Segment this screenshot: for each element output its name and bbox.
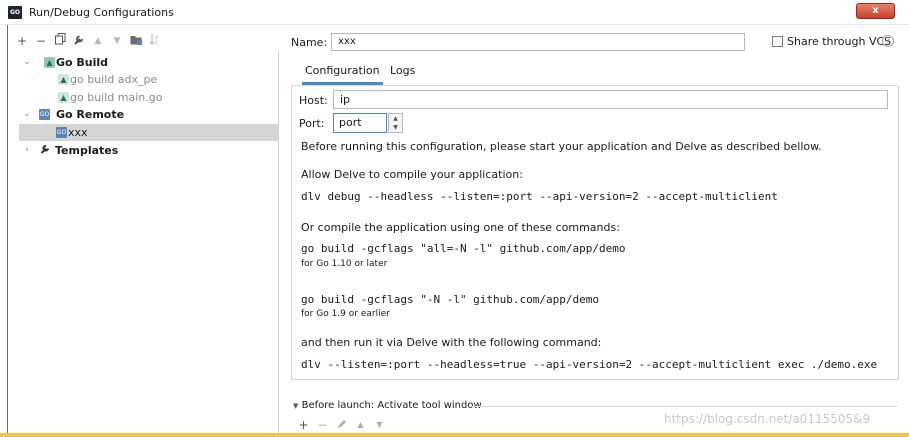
tree-toolbar: + − ▲ ▼ az — [14, 32, 166, 50]
go-build-icon: ▲ — [44, 57, 55, 68]
chevron-right-icon[interactable]: › — [22, 142, 32, 159]
tree-label: go build adx_pe — [70, 73, 158, 86]
go-build-command-old: go build -gcflags "-N -l" github.com/app… — [301, 293, 600, 306]
watermark-text: https://blog.csdn.net/a0115505&9 — [664, 412, 871, 426]
share-vcs-checkbox[interactable] — [772, 36, 783, 47]
go-remote-icon: GO — [39, 109, 50, 120]
close-button[interactable]: x — [856, 3, 895, 19]
host-label: Host: — [299, 94, 328, 107]
before-launch-label: Before launch: Activate tool window — [301, 400, 482, 411]
tree-label: Go Build — [56, 56, 109, 69]
allow-delve-text: Allow Delve to compile your application: — [301, 168, 523, 181]
add-configuration-button[interactable]: + — [14, 33, 30, 49]
tab-logs[interactable]: Logs — [390, 64, 415, 85]
sort-icon[interactable]: az — [147, 33, 163, 49]
chevron-down-icon[interactable]: ⌄ — [22, 54, 32, 71]
go-version-note-new: for Go 1.10 or later — [301, 259, 388, 269]
before-launch-toolbar: + − ▲ ▼ — [296, 418, 387, 432]
go-build-command-new: go build -gcflags "all=-N -l" github.com… — [301, 242, 626, 255]
go-remote-icon: GO — [56, 127, 67, 138]
help-icon[interactable]: ? — [882, 35, 894, 47]
go-version-note-old: for Go 1.9 or earlier — [301, 309, 390, 319]
title-bar: GO Run/Debug Configurations x — [0, 0, 909, 25]
then-run-text: and then run it via Delve with the follo… — [301, 336, 602, 349]
name-field[interactable]: xxx — [331, 33, 745, 51]
port-spinner[interactable]: ▲ ▼ — [388, 113, 403, 133]
chevron-down-icon[interactable]: ⌄ — [22, 106, 32, 123]
wrench-icon[interactable] — [71, 33, 87, 49]
move-task-up-icon[interactable]: ▲ — [353, 418, 368, 432]
before-launch-divider — [472, 406, 898, 407]
chevron-down-icon[interactable]: ▼ — [293, 402, 298, 410]
or-compile-text: Or compile the application using one of … — [301, 221, 620, 234]
move-down-icon[interactable]: ▼ — [109, 33, 125, 49]
go-build-icon: ▲ — [58, 92, 69, 103]
goland-app-icon: GO — [8, 6, 22, 19]
share-vcs-label[interactable]: Share through VCS — [787, 35, 891, 48]
remove-task-icon[interactable]: − — [315, 418, 330, 432]
wrench-icon — [40, 143, 51, 154]
tree-label: xxx — [68, 126, 88, 139]
bottom-highlight-bar — [0, 433, 909, 437]
before-launch-section[interactable]: ▼ Before launch: Activate tool window — [293, 400, 482, 411]
tree-item-go-remote[interactable]: ⌄ GO Go Remote — [19, 106, 279, 123]
name-label: Name: — [291, 36, 328, 49]
add-task-icon[interactable]: + — [296, 418, 311, 432]
tree-label: go build main.go — [70, 91, 163, 104]
copy-icon[interactable] — [52, 33, 68, 49]
edit-task-icon[interactable] — [334, 418, 349, 432]
folder-icon[interactable] — [128, 33, 144, 49]
tree-label: Templates — [55, 144, 119, 157]
spin-up-icon[interactable]: ▲ — [389, 114, 402, 123]
move-up-icon[interactable]: ▲ — [90, 33, 106, 49]
dlv-debug-command: dlv debug --headless --listen=:port --ap… — [301, 190, 778, 203]
dlv-exec-command: dlv --listen=:port --headless=true --api… — [301, 358, 878, 371]
port-field[interactable]: port — [333, 113, 387, 133]
window-title: Run/Debug Configurations — [29, 6, 174, 19]
tree-item-xxx[interactable]: GO xxx — [19, 124, 279, 141]
tab-configuration[interactable]: Configuration — [302, 64, 383, 85]
window-left-border — [7, 25, 8, 437]
move-task-down-icon[interactable]: ▼ — [372, 418, 387, 432]
port-label: Port: — [299, 117, 325, 130]
intro-text: Before running this configuration, pleas… — [301, 140, 822, 153]
host-field[interactable]: ip — [333, 90, 888, 109]
spin-down-icon[interactable]: ▼ — [389, 123, 402, 132]
remove-configuration-button[interactable]: − — [33, 33, 49, 49]
svg-text:z: z — [155, 40, 158, 45]
go-build-icon: ▲ — [58, 74, 69, 85]
tree-item-go-build[interactable]: ⌄ ▲ Go Build — [19, 54, 279, 71]
tree-item-go-build-adx-pe[interactable]: ▲ go build adx_pe — [19, 71, 279, 88]
configuration-tree: ⌄ ▲ Go Build ▲ go build adx_pe ▲ go buil… — [19, 52, 279, 437]
tree-item-templates[interactable]: › Templates — [19, 142, 279, 159]
tree-label: Go Remote — [56, 108, 125, 121]
tree-item-go-build-main[interactable]: ▲ go build main.go — [19, 89, 279, 106]
